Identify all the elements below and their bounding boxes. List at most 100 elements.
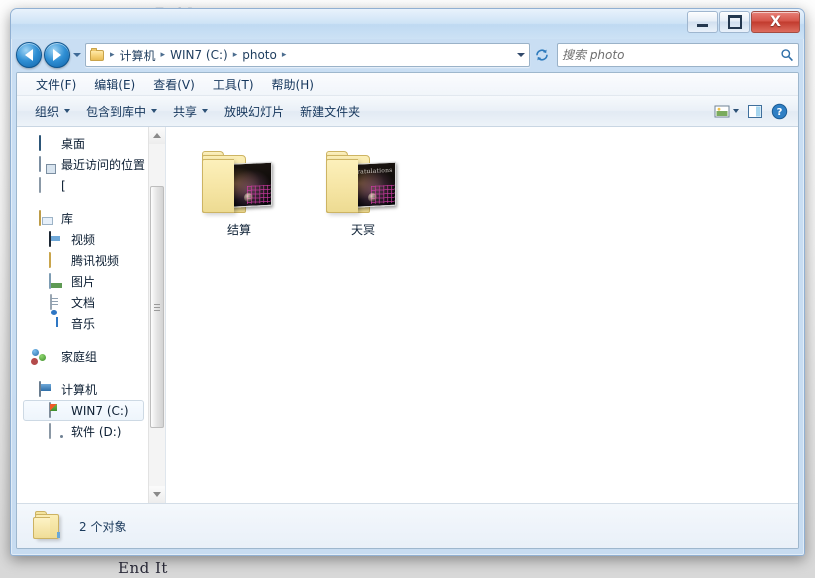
sidebar-item-computer[interactable]: 计算机 (17, 379, 148, 400)
search-input[interactable] (558, 48, 776, 62)
sidebar-item-homegroup[interactable]: 家庭组 (17, 346, 148, 367)
search-box[interactable] (557, 43, 799, 67)
sidebar-item-pictures[interactable]: 图片 (17, 271, 148, 292)
preview-pane-button[interactable] (743, 101, 767, 122)
list-item[interactable]: 结算 (188, 145, 290, 242)
sidebar-item-recent-places[interactable]: 最近访问的位置 (17, 154, 148, 175)
folder-thumbnail-icon (200, 149, 278, 215)
breadcrumb: ▸ 计算机 ▸ WIN7 (C:) ▸ photo ▸ (86, 46, 513, 65)
breadcrumb-separator: ▸ (110, 50, 115, 60)
chevron-down-icon (202, 109, 209, 113)
sidebar-item-label: 视频 (71, 233, 96, 247)
screen: End It End It X (0, 0, 815, 578)
menu-file[interactable]: 文件(F) (27, 74, 85, 95)
nav-group-gap (17, 196, 148, 208)
navigation-bar: ▸ 计算机 ▸ WIN7 (C:) ▸ photo ▸ (16, 40, 799, 70)
sidebar-item-shortcut[interactable]: [ (17, 175, 148, 196)
scrollbar-thumb[interactable] (150, 186, 164, 428)
sidebar-item-label: [ (61, 178, 66, 193)
chevron-down-icon (153, 492, 161, 497)
shortcut-icon (39, 176, 55, 194)
breadcrumb-item-win7c[interactable]: WIN7 (C:) (167, 47, 231, 63)
file-items: 结算 ngratulations 天冥 (166, 127, 798, 242)
refresh-button[interactable] (531, 44, 553, 66)
list-item[interactable]: ngratulations 天冥 (312, 145, 414, 242)
menu-help[interactable]: 帮助(H) (263, 74, 323, 95)
navigation-scrollbar[interactable] (148, 127, 165, 503)
explorer-window: X ▸ 计算机 ▸ WIN7 (C:) ▸ photo ▸ 搜索 photo 文… (10, 8, 805, 556)
minimize-icon (697, 24, 708, 27)
back-button[interactable] (16, 42, 42, 68)
preview-pane-icon (748, 104, 762, 118)
sidebar-item-win7-c[interactable]: WIN7 (C:) (23, 400, 144, 421)
sidebar-item-label: 腾讯视频 (71, 254, 120, 268)
breadcrumb-separator: ▸ (281, 50, 287, 60)
status-item-count: 2 个对象 (79, 519, 127, 534)
chevron-down-icon (151, 109, 158, 113)
include-in-library-button[interactable]: 包含到库中 (78, 99, 165, 124)
refresh-icon (536, 49, 548, 61)
scroll-down-button[interactable] (149, 486, 165, 503)
status-bar: 2 个对象 (17, 503, 798, 548)
desktop-icon (39, 134, 55, 152)
video-icon (49, 230, 65, 248)
scrollbar-grip-icon (154, 304, 160, 311)
address-bar[interactable]: ▸ 计算机 ▸ WIN7 (C:) ▸ photo ▸ (85, 43, 530, 67)
sidebar-item-tencent-video[interactable]: 腾讯视频 (17, 250, 148, 271)
breadcrumb-separator: ▸ (232, 50, 238, 60)
title-bar[interactable]: X (11, 9, 804, 39)
sidebar-item-documents[interactable]: 文档 (17, 292, 148, 313)
sidebar-item-desktop[interactable]: 桌面 (17, 133, 148, 154)
documents-icon (49, 293, 65, 311)
sidebar-item-music[interactable]: 音乐 (17, 313, 148, 334)
forward-button[interactable] (44, 42, 70, 68)
close-button[interactable]: X (751, 11, 800, 33)
slideshow-label: 放映幻灯片 (224, 104, 285, 119)
change-view-button[interactable] (710, 101, 743, 122)
menu-tools[interactable]: 工具(T) (204, 74, 263, 95)
sidebar-item-label: 软件 (D:) (71, 425, 122, 439)
search-icon[interactable] (776, 48, 798, 62)
list-item-label: 结算 (226, 223, 251, 237)
drive-icon (49, 422, 65, 440)
breadcrumb-item-photo[interactable]: photo (239, 47, 280, 63)
sidebar-item-libraries[interactable]: 库 (17, 208, 148, 229)
history-dropdown-button[interactable] (70, 43, 83, 67)
share-label: 共享 (173, 104, 198, 119)
sidebar-item-label: 库 (61, 212, 74, 226)
minimize-button[interactable] (687, 11, 718, 33)
breadcrumb-item-computer[interactable]: 计算机 (117, 46, 159, 65)
chevron-up-icon (153, 133, 161, 138)
help-button[interactable]: ? (767, 100, 792, 123)
include-in-library-label: 包含到库中 (86, 104, 147, 119)
chevron-down-icon (64, 109, 71, 113)
share-button[interactable]: 共享 (165, 99, 216, 124)
command-bar: 组织 包含到库中 共享 放映幻灯片 新建文件夹 ? (17, 96, 798, 127)
new-folder-label: 新建文件夹 (300, 104, 361, 119)
windows-drive-icon (49, 401, 65, 419)
slideshow-button[interactable]: 放映幻灯片 (216, 99, 292, 124)
homegroup-icon (39, 349, 55, 365)
client-area: 文件(F) 编辑(E) 查看(V) 工具(T) 帮助(H) 组织 包含到库中 共… (16, 72, 799, 549)
recent-places-icon (39, 155, 55, 173)
sidebar-item-videos[interactable]: 视频 (17, 229, 148, 250)
chevron-down-icon (733, 109, 739, 113)
desktop-watermark-bottom: End It (118, 559, 168, 577)
organize-button[interactable]: 组织 (27, 99, 78, 124)
chevron-down-icon (72, 53, 81, 57)
breadcrumb-separator: ▸ (160, 50, 166, 60)
menu-view[interactable]: 查看(V) (144, 74, 204, 95)
maximize-button[interactable] (719, 11, 750, 33)
navigation-pane: 桌面 最近访问的位置 [ 库 视频 腾讯视频 图片 文档 音乐 家庭组 计算机 … (17, 127, 166, 503)
menu-edit[interactable]: 编辑(E) (85, 74, 144, 95)
scrollbar-track[interactable] (149, 144, 165, 486)
library-icon (39, 209, 55, 227)
pictures-icon (49, 272, 65, 290)
sidebar-item-label: 家庭组 (61, 350, 98, 364)
sidebar-item-software-d[interactable]: 软件 (D:) (17, 421, 148, 442)
svg-text:?: ? (777, 107, 783, 118)
scroll-up-button[interactable] (149, 127, 165, 144)
file-list-pane[interactable]: 结算 ngratulations 天冥 (166, 127, 798, 503)
address-dropdown-button[interactable] (513, 45, 529, 65)
new-folder-button[interactable]: 新建文件夹 (292, 99, 368, 124)
